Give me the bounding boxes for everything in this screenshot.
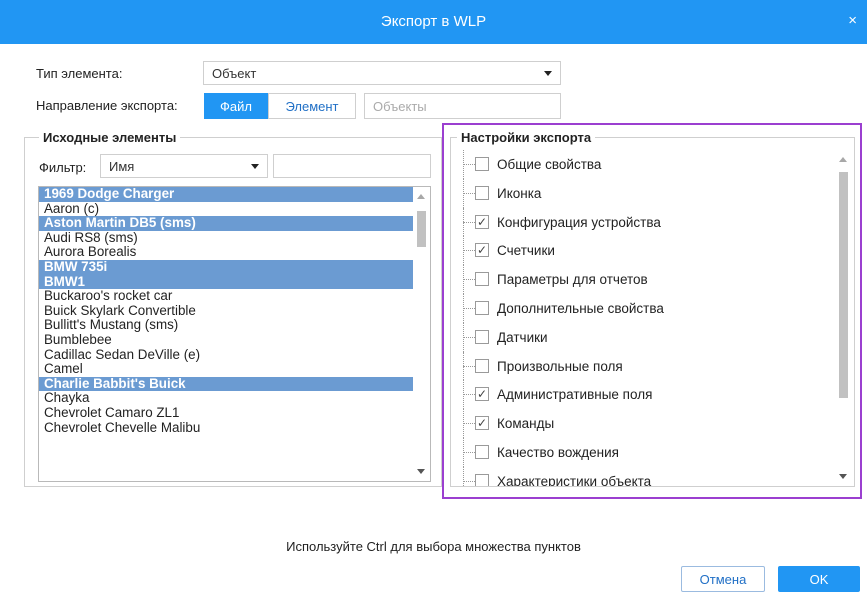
settings-item-label: Общие свойства — [497, 157, 602, 172]
settings-item-label: Команды — [497, 416, 555, 432]
tree-line — [463, 451, 475, 453]
filter-input[interactable] — [273, 154, 431, 178]
export-settings-legend: Настройки экспорта — [457, 130, 596, 145]
list-item[interactable]: Chevrolet Camaro ZL1 — [39, 406, 430, 421]
list-item[interactable]: Cadillac Sedan DeVille (e) — [39, 347, 430, 363]
direction-option-element[interactable]: Элемент — [268, 93, 356, 119]
list-item[interactable]: Buckaroo's rocket car — [39, 289, 430, 304]
scroll-down-icon[interactable] — [839, 474, 847, 479]
tree-line — [463, 221, 475, 223]
list-item[interactable]: Buick Skylark Convertible — [39, 303, 430, 319]
settings-item[interactable]: Общие свойства — [463, 150, 833, 179]
export-target-input[interactable]: Объекты — [364, 93, 561, 119]
settings-item[interactable]: Параметры для отчетов — [463, 265, 833, 294]
settings-item[interactable]: Характеристики объекта — [463, 466, 833, 486]
checkbox[interactable] — [475, 300, 489, 315]
checkbox[interactable] — [475, 185, 489, 200]
list-item[interactable]: Bullitt's Mustang (sms) — [39, 318, 430, 333]
settings-item-label: Иконка — [497, 185, 542, 201]
checkbox[interactable] — [475, 473, 489, 486]
tree-line — [463, 394, 475, 396]
source-items-container: 1969 Dodge Charger Aaron (c) Aston Martin … — [39, 187, 430, 435]
list-item[interactable]: Chayka — [39, 391, 430, 406]
settings-item[interactable]: ✓ Счетчики — [463, 236, 833, 266]
checkbox-checked[interactable]: ✓ — [475, 243, 489, 258]
tree-line — [463, 192, 475, 194]
settings-item-label: Качество вождения — [497, 444, 619, 460]
settings-item[interactable]: Качество вождения — [463, 437, 833, 467]
list-item[interactable]: Charlie Babbit's Buick — [39, 376, 430, 392]
tree-line — [463, 336, 475, 338]
tree-line — [463, 250, 475, 252]
settings-item[interactable]: Датчики — [463, 322, 833, 352]
checkbox[interactable] — [475, 358, 489, 373]
settings-items-container: Общие свойства Иконка ✓ Конфигурация устрой… — [463, 150, 833, 486]
chevron-down-icon — [544, 71, 552, 76]
scrollbar-thumb[interactable] — [417, 211, 426, 247]
export-settings-list[interactable]: Общие свойства Иконка ✓ Конфигурация устрой… — [463, 150, 833, 486]
scroll-up-icon[interactable] — [839, 157, 847, 162]
list-scrollbar[interactable] — [413, 187, 430, 481]
list-item[interactable]: BMW1 — [39, 274, 430, 290]
settings-item[interactable]: ✓ Команды — [463, 409, 833, 438]
filter-field-value: Имя — [109, 159, 135, 174]
export-direction-label: Направление экспорта: — [36, 98, 178, 113]
settings-item-label: Характеристики объекта — [497, 473, 652, 486]
element-type-value: Объект — [212, 66, 257, 81]
element-type-label: Тип элемента: — [36, 66, 123, 81]
close-icon[interactable]: × — [848, 12, 857, 29]
checkbox[interactable] — [475, 329, 489, 344]
tree-line — [463, 466, 464, 486]
cancel-button[interactable]: Отмена — [681, 566, 765, 592]
checkbox[interactable] — [475, 157, 489, 171]
list-item[interactable]: Aaron (c) — [39, 201, 430, 217]
checkbox[interactable] — [475, 444, 489, 459]
list-item[interactable]: Camel — [39, 362, 430, 377]
checkbox[interactable] — [475, 272, 489, 287]
element-type-select[interactable]: Объект — [203, 61, 561, 85]
chevron-down-icon — [251, 164, 259, 169]
settings-item[interactable]: ✓ Административные поля — [463, 380, 833, 410]
filter-label: Фильтр: — [39, 160, 87, 175]
list-item[interactable]: Bumblebee — [39, 333, 430, 348]
settings-item[interactable]: Иконка — [463, 178, 833, 208]
source-elements-list[interactable]: 1969 Dodge Charger Aaron (c) Aston Martin … — [38, 186, 431, 482]
scroll-down-icon[interactable] — [417, 469, 425, 474]
tree-line — [463, 164, 475, 165]
dialog-title: Экспорт в WLP — [380, 13, 487, 30]
settings-item-label: Счетчики — [497, 243, 555, 259]
scroll-up-icon[interactable] — [417, 194, 425, 199]
settings-item-label: Произвольные поля — [497, 358, 623, 374]
settings-item-label: Датчики — [497, 329, 548, 345]
ok-button[interactable]: OK — [778, 566, 860, 592]
tree-line — [463, 423, 475, 425]
settings-item-label: Конфигурация устройства — [497, 214, 661, 230]
dialog-titlebar: Экспорт в WLP × — [0, 0, 867, 44]
list-item[interactable]: Chevrolet Chevelle Malibu — [39, 420, 430, 436]
checkbox-checked[interactable]: ✓ — [475, 387, 489, 402]
list-item[interactable]: Audi RS8 (sms) — [39, 230, 430, 246]
settings-item[interactable]: Дополнительные свойства — [463, 293, 833, 323]
multi-select-hint: Используйте Ctrl для выбора множества пу… — [286, 539, 581, 554]
settings-item-label: Дополнительные свойства — [497, 300, 664, 316]
checkbox-checked[interactable]: ✓ — [475, 214, 489, 229]
tree-line — [463, 279, 475, 281]
list-item[interactable]: Aurora Borealis — [39, 245, 430, 260]
settings-item-label: Параметры для отчетов — [497, 272, 648, 288]
filter-field-select[interactable]: Имя — [100, 154, 268, 178]
list-item[interactable]: BMW 735i — [39, 260, 430, 275]
direction-option-file[interactable]: Файл — [204, 93, 268, 119]
tree-line — [463, 365, 475, 367]
settings-item[interactable]: Произвольные поля — [463, 351, 833, 381]
tree-line — [463, 307, 475, 309]
settings-item[interactable]: ✓ Конфигурация устройства — [463, 207, 833, 237]
source-elements-legend: Исходные элементы — [39, 130, 181, 145]
checkbox-checked[interactable]: ✓ — [475, 416, 489, 431]
tree-line — [463, 480, 475, 482]
list-item[interactable]: 1969 Dodge Charger — [39, 187, 430, 202]
settings-scrollbar[interactable] — [835, 150, 852, 486]
settings-item-label: Административные поля — [497, 387, 653, 403]
list-item[interactable]: Aston Martin DB5 (sms) — [39, 216, 430, 231]
scrollbar-thumb[interactable] — [839, 172, 848, 398]
